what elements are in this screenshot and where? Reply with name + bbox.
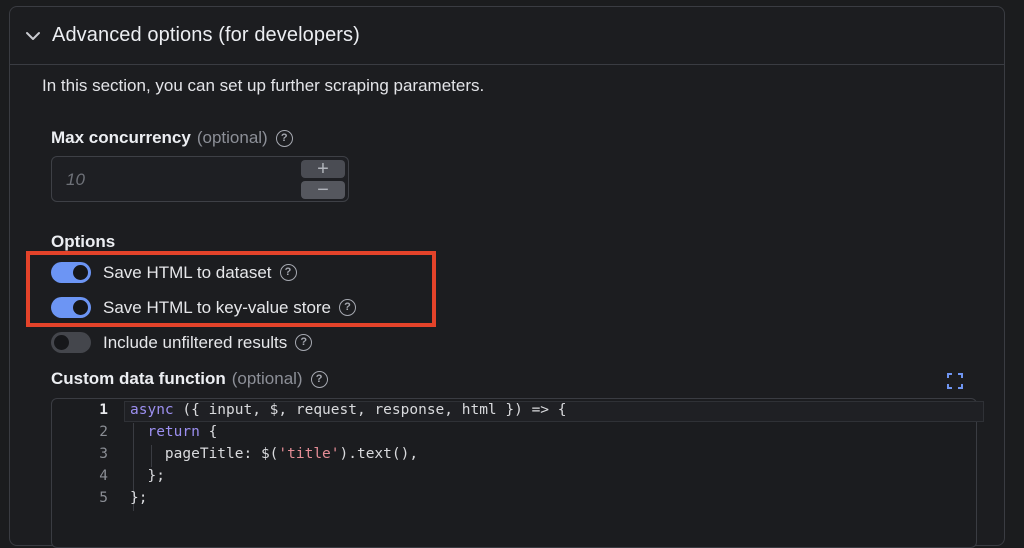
toggle-knob	[54, 335, 69, 350]
increment-button[interactable]: +	[301, 159, 345, 179]
toggle-knob	[73, 300, 88, 315]
toggle-switch[interactable]	[51, 297, 91, 318]
fullscreen-icon[interactable]	[946, 372, 964, 390]
advanced-options-header[interactable]: Advanced options (for developers)	[10, 7, 1004, 65]
code-editor[interactable]: 1 2 3 4 5 async ({ input, $, request, respon…	[51, 398, 984, 548]
custom-function-label: Custom data function	[51, 369, 226, 388]
line-number: 1	[99, 402, 108, 418]
toggle-switch[interactable]	[51, 332, 91, 353]
code-token: };	[130, 490, 148, 506]
code-token: ).text(),	[339, 446, 419, 462]
panel-title: Advanced options (for developers)	[52, 24, 360, 46]
line-number: 3	[99, 446, 108, 462]
line-number: 2	[99, 424, 108, 440]
question-circle-icon[interactable]: ?	[339, 299, 357, 316]
optional-tag: (optional)	[196, 128, 268, 147]
code-line: pageTitle: $('title').text(),	[130, 446, 418, 462]
optional-tag: (optional)	[231, 369, 303, 388]
decrement-button[interactable]: −	[301, 180, 345, 200]
custom-function-label-row: Custom data function (optional) ?	[51, 369, 328, 389]
option-label: Save HTML to key-value store	[103, 297, 332, 317]
code-token: ({ input, $, request, response, html }) …	[173, 402, 567, 418]
section-intro: In this section, you can set up further …	[42, 76, 485, 95]
max-concurrency-label: Max concurrency	[51, 128, 191, 147]
max-concurrency-input[interactable]: 10 + −	[51, 156, 349, 202]
code-line: async ({ input, $, request, response, ht…	[130, 402, 567, 418]
max-concurrency-placeholder: 10	[66, 170, 85, 189]
code-token: {	[199, 424, 218, 440]
option-label: Include unfiltered results	[103, 332, 288, 352]
question-circle-icon[interactable]: ?	[279, 264, 297, 281]
options-title: Options	[51, 232, 116, 251]
option-row-save-html-kv-store[interactable]: Save HTML to key-value store ?	[51, 297, 357, 318]
chevron-down-icon[interactable]	[24, 29, 42, 43]
question-circle-icon[interactable]: ?	[295, 334, 313, 351]
code-keyword: async	[130, 402, 174, 418]
code-line: };	[130, 490, 147, 506]
toggle-switch[interactable]	[51, 262, 91, 283]
code-line: };	[130, 468, 165, 484]
toggle-knob	[73, 265, 88, 280]
code-line: return {	[130, 424, 217, 440]
code-string: 'title'	[278, 446, 340, 462]
max-concurrency-label-row: Max concurrency (optional) ?	[51, 128, 293, 148]
option-row-save-html-dataset[interactable]: Save HTML to dataset ?	[51, 262, 297, 283]
question-circle-icon[interactable]: ?	[310, 370, 328, 388]
option-label: Save HTML to dataset	[103, 262, 272, 282]
question-circle-icon[interactable]: ?	[275, 129, 293, 147]
option-row-include-unfiltered[interactable]: Include unfiltered results ?	[51, 332, 313, 353]
code-keyword: return	[147, 424, 200, 440]
code-token: pageTitle: $(	[130, 446, 279, 462]
line-number: 5	[99, 490, 108, 506]
line-number: 4	[99, 468, 108, 484]
code-token: };	[130, 468, 165, 484]
